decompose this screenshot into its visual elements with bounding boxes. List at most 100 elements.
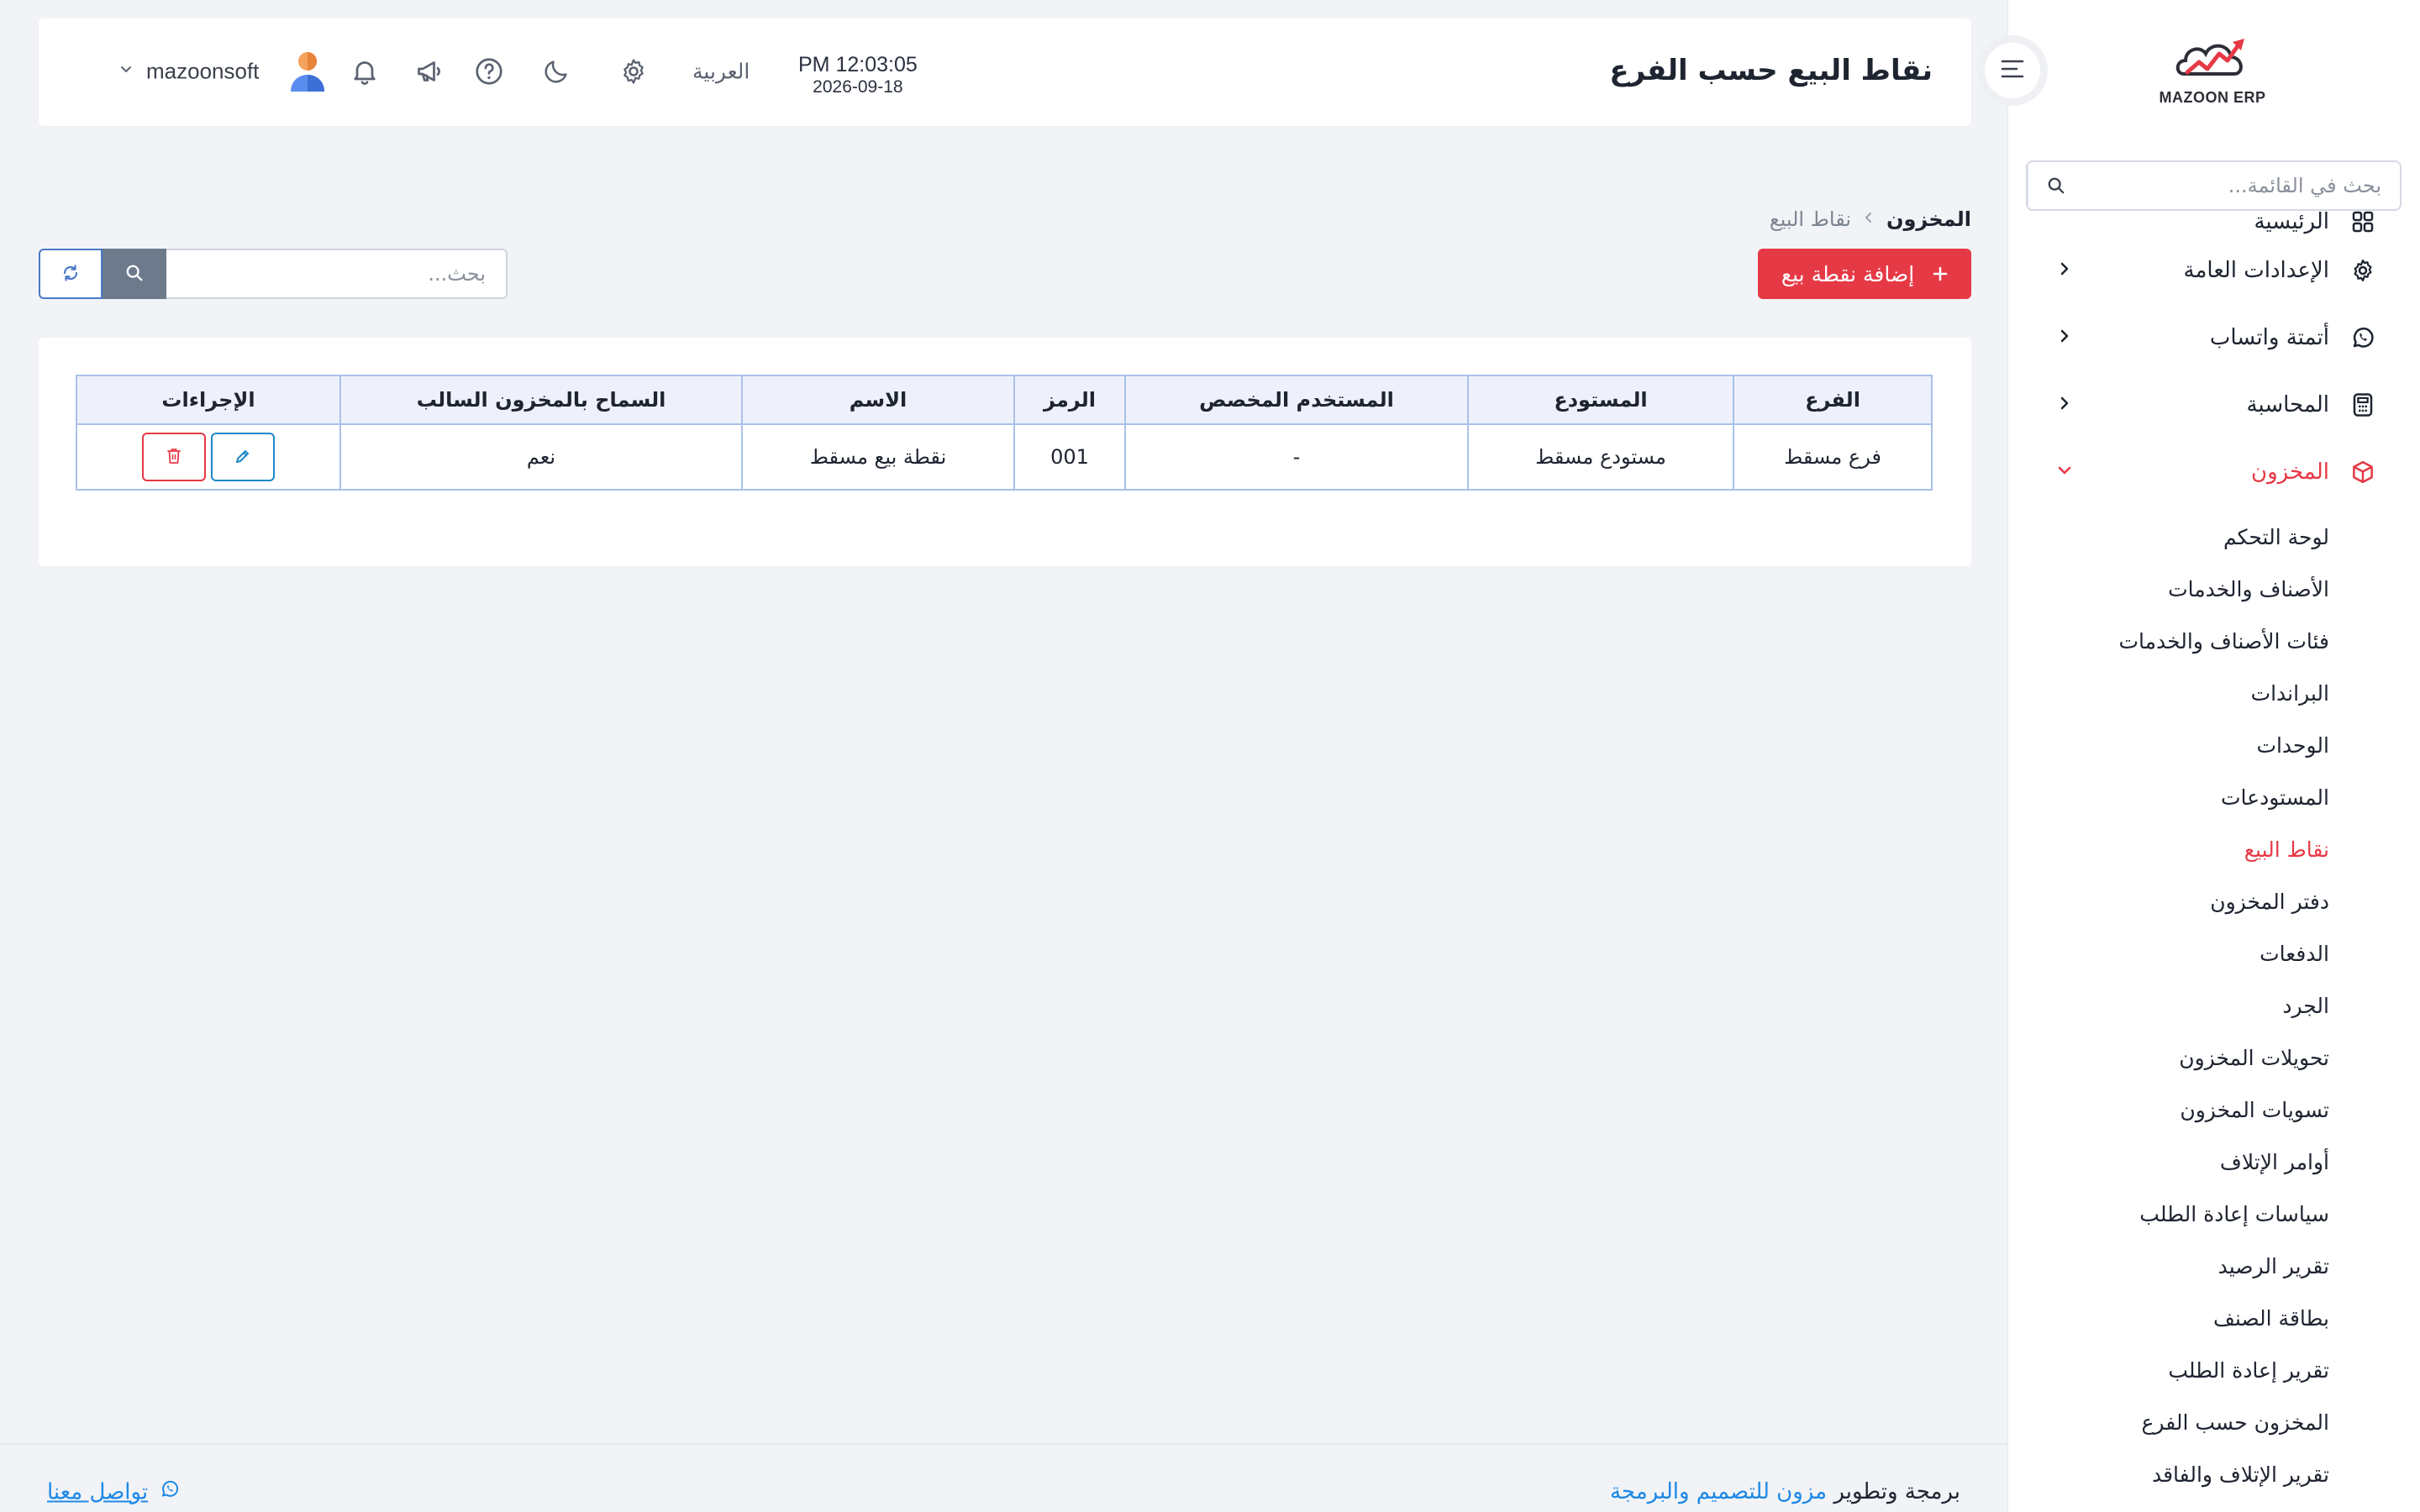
column-header-assigned-user[interactable]: المستخدم المخصص <box>1124 375 1469 425</box>
footer: برمجة وتطوير مزون للتصميم والبرمجة تواصل… <box>0 1443 2007 1512</box>
cell-assigned-user: - <box>1124 423 1469 491</box>
refresh-button[interactable] <box>39 249 103 299</box>
submenu-item-reorder-report[interactable]: تقرير إعادة الطلب <box>2008 1344 2420 1396</box>
footer-credits: برمجة وتطوير مزون للتصميم والبرمجة <box>1610 1479 1960 1504</box>
column-header-branch[interactable]: الفرع <box>1733 375 1933 425</box>
plus-icon <box>1933 262 1948 286</box>
logo[interactable]: MAZOON ERP <box>2158 34 2267 114</box>
megaphone-icon[interactable] <box>412 53 449 90</box>
submenu-item-disposal-loss-report[interactable]: تقرير الإتلاف والفاقد <box>2008 1448 2420 1500</box>
table-row: فرع مسقط مستودع مسقط - 001 نقطة بيع مسقط… <box>76 423 1933 491</box>
whatsapp-icon <box>160 1479 180 1505</box>
help-icon[interactable] <box>471 53 508 90</box>
add-pos-button[interactable]: إضافة نقطة بيع <box>1758 249 1971 299</box>
trash-icon <box>166 447 182 468</box>
clock-time: PM 12:03:05 <box>798 53 918 76</box>
submenu-item-brands[interactable]: البراندات <box>2008 667 2420 719</box>
submenu-item-batches[interactable]: الدفعات <box>2008 927 2420 979</box>
column-header-name[interactable]: الاسم <box>741 375 1015 425</box>
breadcrumb-root[interactable]: المخزون <box>1886 207 1971 231</box>
sidebar-item-home[interactable]: الرئيسية <box>2008 207 2420 237</box>
column-header-code[interactable]: الرمز <box>1013 375 1126 425</box>
clock-date: 2026-09-18 <box>813 77 903 97</box>
table-header-row: الفرع المستودع المستخدم المخصص الرمز الا… <box>76 375 1933 425</box>
chevron-down-icon <box>2056 459 2073 485</box>
chevron-down-icon[interactable] <box>119 63 133 80</box>
submenu-item-stock-ledger[interactable]: دفتر المخزون <box>2008 875 2420 927</box>
submenu-item-item-card[interactable]: بطاقة الصنف <box>2008 1292 2420 1344</box>
pos-table-card: الفرع المستودع المستخدم المخصص الرمز الا… <box>39 338 1971 566</box>
cell-warehouse: مستودع مسقط <box>1467 423 1734 491</box>
username[interactable]: mazoonsoft <box>146 59 259 85</box>
table-search-input[interactable] <box>166 249 508 299</box>
submenu-item-stocktake[interactable]: الجرد <box>2008 979 2420 1032</box>
bell-icon[interactable] <box>346 53 383 90</box>
avatar[interactable] <box>287 50 328 93</box>
submenu-item-dashboard[interactable]: لوحة التحكم <box>2008 511 2420 563</box>
delete-button[interactable] <box>142 433 206 481</box>
sidebar-item-label: الرئيسية <box>2254 209 2329 234</box>
submenu-item-stock-transfers[interactable]: تحويلات المخزون <box>2008 1032 2420 1084</box>
sidebar-item-label: المخزون <box>2251 459 2329 485</box>
cell-name: نقطة بيع مسقط <box>741 423 1015 491</box>
breadcrumb: المخزون نقاط البيع <box>1770 207 1971 231</box>
cell-allow-negative-stock: نعم <box>339 423 743 491</box>
hamburger-icon <box>2000 58 2025 83</box>
sidebar: MAZOON ERP الرئيسية الإعدادات العامة <box>2007 0 2420 1512</box>
add-pos-label: إضافة نقطة بيع <box>1781 261 1915 286</box>
sidebar-item-inventory[interactable]: المخزون <box>2008 438 2420 506</box>
sidebar-item-general-settings[interactable]: الإعدادات العامة <box>2008 237 2420 304</box>
submenu-item-units[interactable]: الوحدات <box>2008 719 2420 771</box>
contact-label: تواصل معنا <box>47 1479 149 1504</box>
submenu-item-items-services[interactable]: الأصناف والخدمات <box>2008 563 2420 615</box>
submenu-item-stock-by-branch[interactable]: المخزون حسب الفرع <box>2008 1396 2420 1448</box>
search-icon <box>2028 162 2083 209</box>
credits-prefix: برمجة وتطوير <box>1833 1479 1960 1504</box>
box-icon <box>2348 457 2378 487</box>
contact-link[interactable]: تواصل معنا <box>47 1479 180 1505</box>
chevron-left-icon <box>2056 325 2073 350</box>
sidebar-menu: الرئيسية الإعدادات العامة أتمتة واتساب ا… <box>2008 207 2420 1500</box>
inventory-submenu: لوحة التحكم الأصناف والخدمات فئات الأصنا… <box>2008 506 2420 1500</box>
calculator-icon <box>2348 390 2378 420</box>
page-title: نقاط البيع حسب الفرع <box>1609 54 1933 87</box>
column-header-actions: الإجراءات <box>76 375 341 425</box>
submenu-item-reorder-policies[interactable]: سياسات إعادة الطلب <box>2008 1188 2420 1240</box>
submenu-item-stock-adjustments[interactable]: تسويات المخزون <box>2008 1084 2420 1136</box>
submenu-item-item-categories[interactable]: فئات الأصناف والخدمات <box>2008 615 2420 667</box>
search-icon <box>125 264 144 285</box>
sidebar-toggle-button[interactable] <box>1977 35 2048 106</box>
settings-gear-icon[interactable] <box>615 53 652 90</box>
pos-table: الفرع المستودع المستخدم المخصص الرمز الا… <box>76 375 1933 491</box>
cell-code: 001 <box>1013 423 1126 491</box>
sidebar-item-label: أتمتة واتساب <box>2209 325 2329 350</box>
search-button[interactable] <box>103 249 166 299</box>
pencil-icon <box>234 448 251 467</box>
sidebar-search-input[interactable] <box>2083 162 2400 209</box>
logo-text: MAZOON ERP <box>2159 89 2266 106</box>
refresh-icon <box>60 263 81 286</box>
whatsapp-icon <box>2348 323 2378 353</box>
sidebar-item-accounting[interactable]: المحاسبة <box>2008 371 2420 438</box>
chevron-left-icon <box>2056 258 2073 283</box>
submenu-item-warehouses[interactable]: المستودعات <box>2008 771 2420 823</box>
edit-button[interactable] <box>211 433 275 481</box>
moon-icon[interactable] <box>538 53 575 90</box>
breadcrumb-current: نقاط البيع <box>1769 207 1852 231</box>
sidebar-item-whatsapp[interactable]: أتمتة واتساب <box>2008 304 2420 371</box>
submenu-item-balance-report[interactable]: تقرير الرصيد <box>2008 1240 2420 1292</box>
language-switch[interactable]: العربية <box>692 60 750 84</box>
submenu-item-disposal-orders[interactable]: أوامر الإتلاف <box>2008 1136 2420 1188</box>
submenu-item-points-of-sale[interactable]: نقاط البيع <box>2008 823 2420 875</box>
column-header-allow-negative-stock[interactable]: السماح بالمخزون السالب <box>339 375 743 425</box>
credits-link[interactable]: مزون للتصميم والبرمجة <box>1610 1479 1827 1504</box>
top-header: نقاط البيع حسب الفرع PM 12:03:05 2026-09… <box>39 18 1971 126</box>
sidebar-search <box>2026 160 2402 211</box>
grid-icon <box>2348 207 2378 237</box>
cell-actions <box>76 423 341 491</box>
column-header-warehouse[interactable]: المستودع <box>1467 375 1734 425</box>
logo-icon <box>2175 39 2244 76</box>
chevron-left-icon <box>1863 209 1875 230</box>
clock: PM 12:03:05 2026-09-18 <box>798 52 918 97</box>
sidebar-item-label: المحاسبة <box>2246 392 2329 417</box>
